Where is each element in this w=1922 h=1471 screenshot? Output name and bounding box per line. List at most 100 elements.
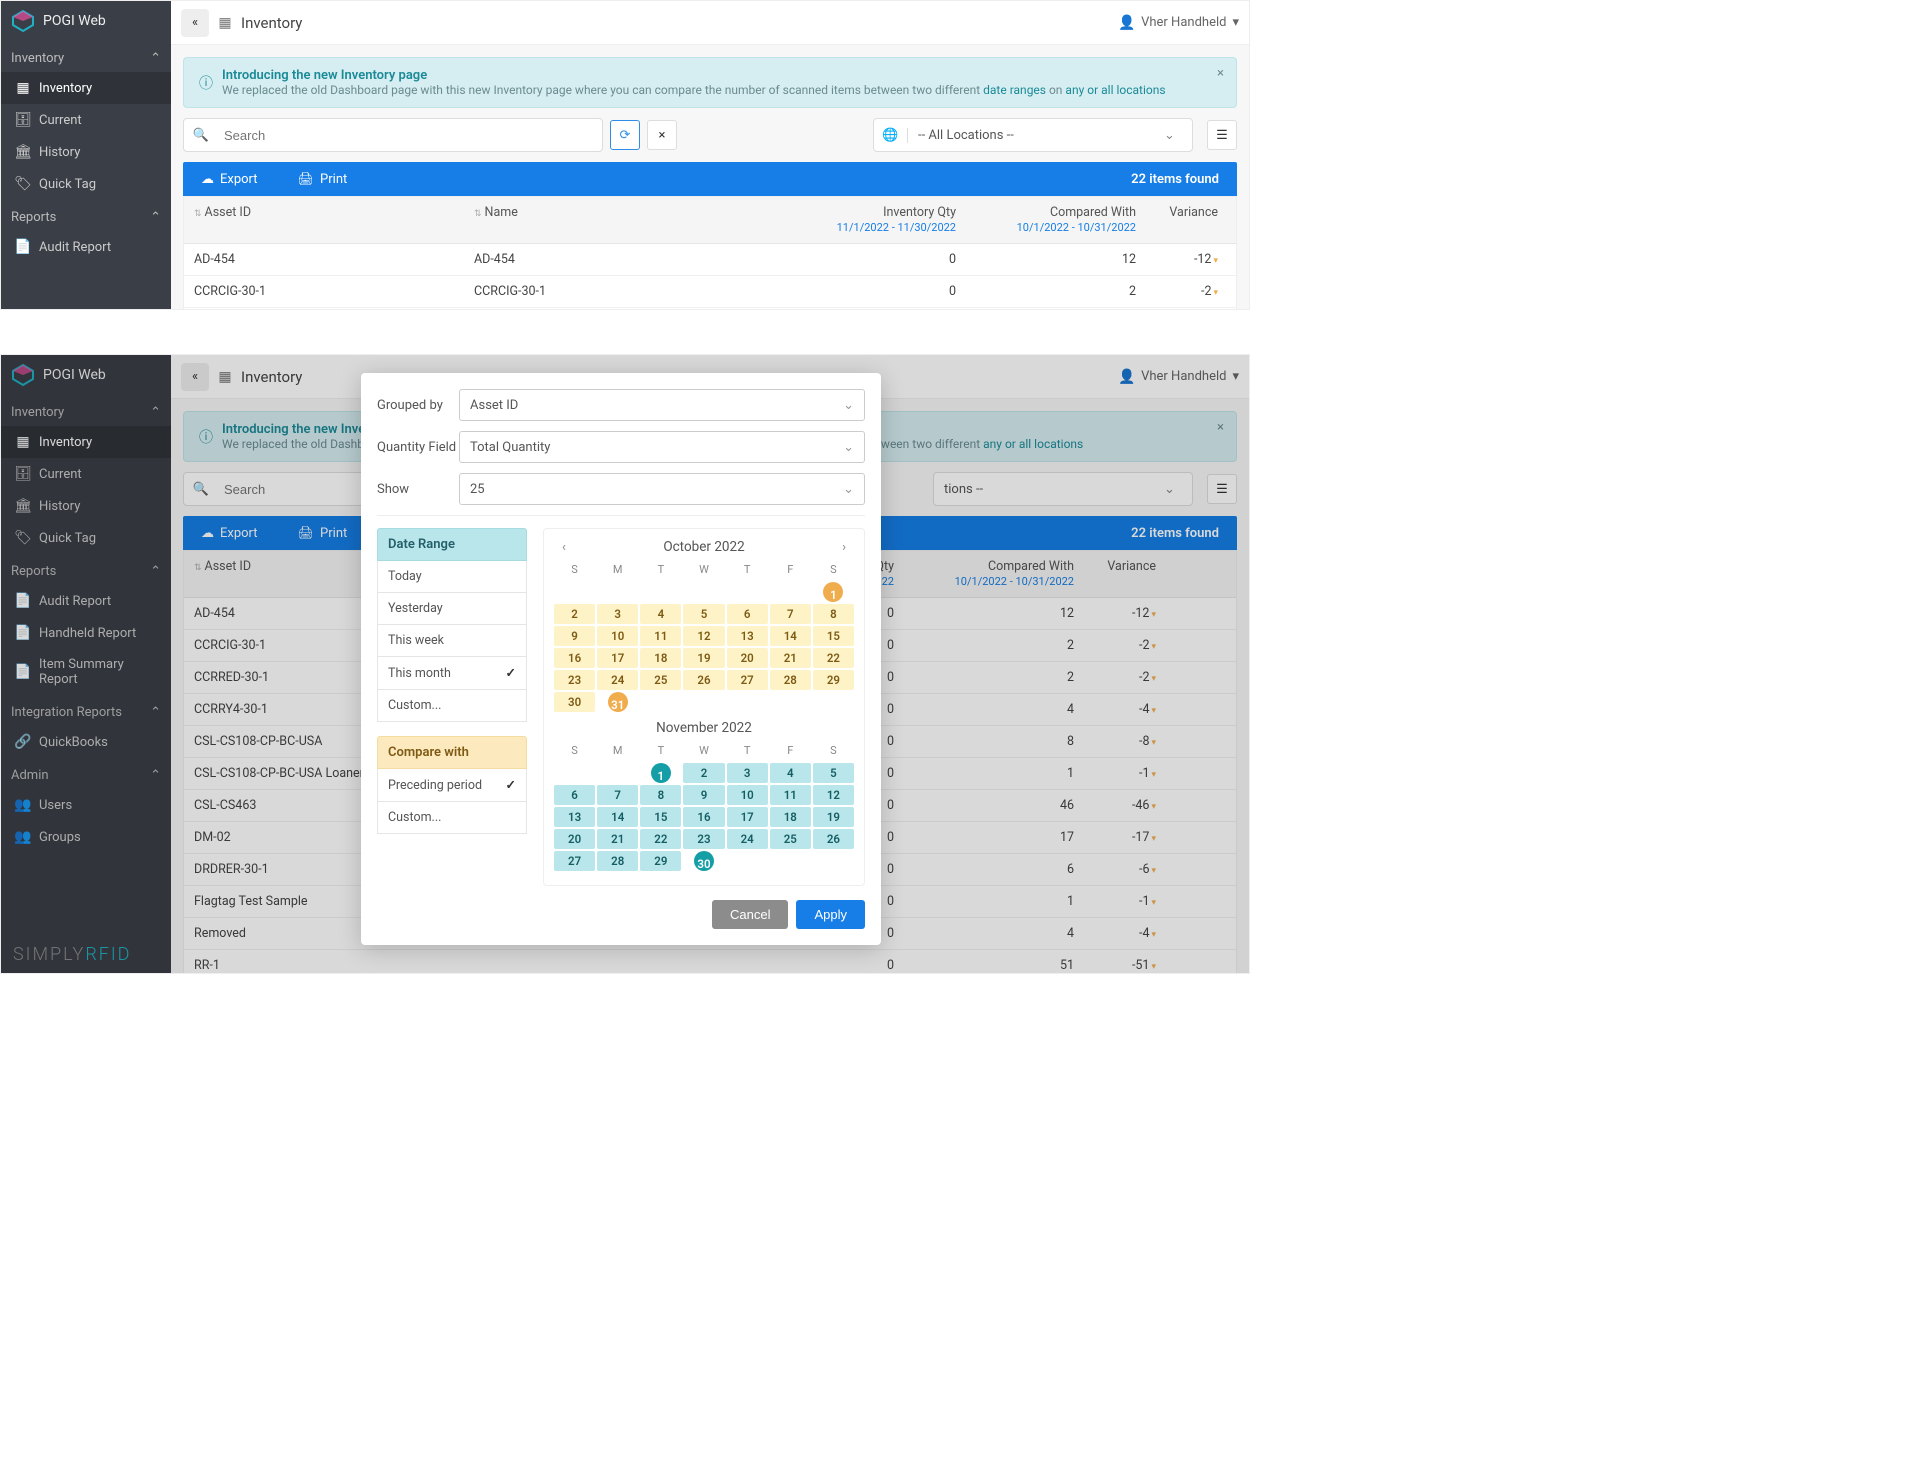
calendar-day[interactable]: 15 (640, 807, 681, 827)
calendar-day[interactable]: 21 (597, 829, 638, 849)
calendar-day[interactable]: 17 (597, 648, 638, 668)
sidebar-section-inventory[interactable]: Inventory ⌃ (1, 41, 171, 72)
calendar-day[interactable]: 12 (813, 785, 854, 805)
calendar-next-button[interactable]: › (838, 540, 850, 555)
calendar-day[interactable]: 30 (694, 851, 714, 871)
alert-link-date-ranges[interactable]: date ranges (983, 83, 1046, 97)
preset-item[interactable]: Today (377, 561, 527, 593)
calendar-day[interactable]: 22 (813, 648, 854, 668)
calendar-day[interactable]: 18 (640, 648, 681, 668)
col-name[interactable]: ⇅Name (464, 197, 786, 243)
table-row[interactable]: AD-454AD-454012-12▾ (184, 244, 1236, 276)
calendar-day[interactable]: 6 (554, 785, 595, 805)
calendar-day[interactable]: 12 (683, 626, 724, 646)
calendar-day[interactable]: 23 (683, 829, 724, 849)
calendar-day[interactable]: 21 (770, 648, 811, 668)
calendar-day[interactable]: 18 (770, 807, 811, 827)
alert-close-button[interactable]: × (1217, 66, 1224, 81)
sidebar-item-quick-tag[interactable]: 🏷 Quick Tag (1, 168, 171, 200)
calendar-day[interactable]: 6 (727, 604, 768, 624)
sidebar-item-inventory[interactable]: ▦ Inventory (1, 72, 171, 104)
calendar-day[interactable]: 7 (597, 785, 638, 805)
calendar-day[interactable]: 2 (554, 604, 595, 624)
user-menu[interactable]: 👤 Vher Handheld ▾ (1119, 15, 1239, 31)
calendar-day[interactable]: 7 (770, 604, 811, 624)
location-select[interactable]: 🌐 -- All Locations -- ⌄ (873, 118, 1193, 152)
calendar-day[interactable]: 17 (727, 807, 768, 827)
quantity-field-select[interactable]: Total Quantity⌄ (459, 431, 865, 463)
calendar-day[interactable]: 24 (727, 829, 768, 849)
grouped-by-select[interactable]: Asset ID⌄ (459, 389, 865, 421)
settings-button[interactable]: ☰ (1207, 120, 1237, 150)
calendar-day[interactable]: 16 (683, 807, 724, 827)
calendar-day[interactable]: 27 (727, 670, 768, 690)
calendar-day[interactable]: 13 (727, 626, 768, 646)
calendar-day[interactable]: 4 (640, 604, 681, 624)
col-asset-id[interactable]: ⇅Asset ID (184, 197, 464, 243)
calendar-day[interactable]: 27 (554, 851, 595, 871)
calendar-day[interactable]: 2 (683, 763, 724, 783)
col-inventory-qty[interactable]: Inventory Qty11/1/2022 - 11/30/2022 (786, 197, 966, 243)
calendar-day[interactable]: 3 (597, 604, 638, 624)
calendar-day[interactable]: 23 (554, 670, 595, 690)
calendar-day[interactable]: 20 (727, 648, 768, 668)
preset-item[interactable]: This week (377, 625, 527, 657)
clear-button[interactable]: × (647, 120, 677, 150)
alert-link-locations[interactable]: any or all locations (1065, 83, 1165, 97)
calendar-day[interactable]: 25 (640, 670, 681, 690)
print-button[interactable]: 🖨Print (298, 172, 348, 187)
calendar-day[interactable]: 28 (770, 670, 811, 690)
refresh-button[interactable]: ⟳ (610, 120, 640, 150)
sidebar-item-current[interactable]: 🗄 Current (1, 104, 171, 136)
sidebar-section-reports[interactable]: Reports ⌃ (1, 200, 171, 231)
calendar-day[interactable]: 8 (813, 604, 854, 624)
calendar-day[interactable]: 13 (554, 807, 595, 827)
calendar-day[interactable]: 24 (597, 670, 638, 690)
calendar-prev-button[interactable]: ‹ (558, 540, 570, 555)
sidebar-collapse-button[interactable]: « (181, 9, 209, 37)
calendar-day[interactable]: 30 (554, 692, 595, 712)
calendar-day[interactable]: 1 (823, 582, 843, 602)
sidebar-item-history[interactable]: 🏛 History (1, 136, 171, 168)
calendar-day[interactable]: 26 (683, 670, 724, 690)
calendar-day[interactable]: 4 (770, 763, 811, 783)
preset-item[interactable]: Custom... (377, 690, 527, 722)
calendar-day[interactable]: 10 (727, 785, 768, 805)
calendar-day[interactable]: 14 (597, 807, 638, 827)
calendar-day[interactable]: 8 (640, 785, 681, 805)
calendar-day[interactable]: 9 (554, 626, 595, 646)
preset-item[interactable]: Custom... (377, 802, 527, 834)
cancel-button[interactable]: Cancel (712, 900, 788, 929)
col-compared-with[interactable]: Compared With10/1/2022 - 10/31/2022 (966, 197, 1146, 243)
calendar-day[interactable]: 16 (554, 648, 595, 668)
calendar-day[interactable]: 15 (813, 626, 854, 646)
calendar-day[interactable]: 11 (770, 785, 811, 805)
calendar-day[interactable]: 5 (813, 763, 854, 783)
calendar-day[interactable]: 5 (683, 604, 724, 624)
calendar-day[interactable]: 19 (813, 807, 854, 827)
preset-item[interactable]: This month✓ (377, 657, 527, 690)
export-button[interactable]: ☁Export (201, 172, 258, 187)
calendar-day[interactable]: 22 (640, 829, 681, 849)
calendar-day[interactable]: 29 (640, 851, 681, 871)
calendar-day[interactable]: 19 (683, 648, 724, 668)
calendar-day[interactable]: 10 (597, 626, 638, 646)
table-row[interactable]: CCRCIG-30-1CCRCIG-30-102-2▾ (184, 276, 1236, 308)
calendar-day[interactable]: 26 (813, 829, 854, 849)
search-input[interactable] (218, 128, 602, 143)
preset-item[interactable]: Yesterday (377, 593, 527, 625)
calendar-day[interactable]: 11 (640, 626, 681, 646)
calendar-day[interactable]: 31 (608, 692, 628, 712)
table-row[interactable]: CCRRED-30-1CCRRED-30-102-2▾ (184, 308, 1236, 310)
col-variance[interactable]: Variance (1146, 197, 1236, 243)
calendar-day[interactable]: 1 (651, 763, 671, 783)
show-select[interactable]: 25⌄ (459, 473, 865, 505)
calendar-day[interactable]: 3 (727, 763, 768, 783)
calendar-day[interactable]: 25 (770, 829, 811, 849)
calendar-day[interactable]: 28 (597, 851, 638, 871)
calendar-day[interactable]: 29 (813, 670, 854, 690)
calendar-day[interactable]: 14 (770, 626, 811, 646)
apply-button[interactable]: Apply (796, 900, 865, 929)
calendar-day[interactable]: 20 (554, 829, 595, 849)
sidebar-item-audit-report[interactable]: 📄 Audit Report (1, 231, 171, 263)
